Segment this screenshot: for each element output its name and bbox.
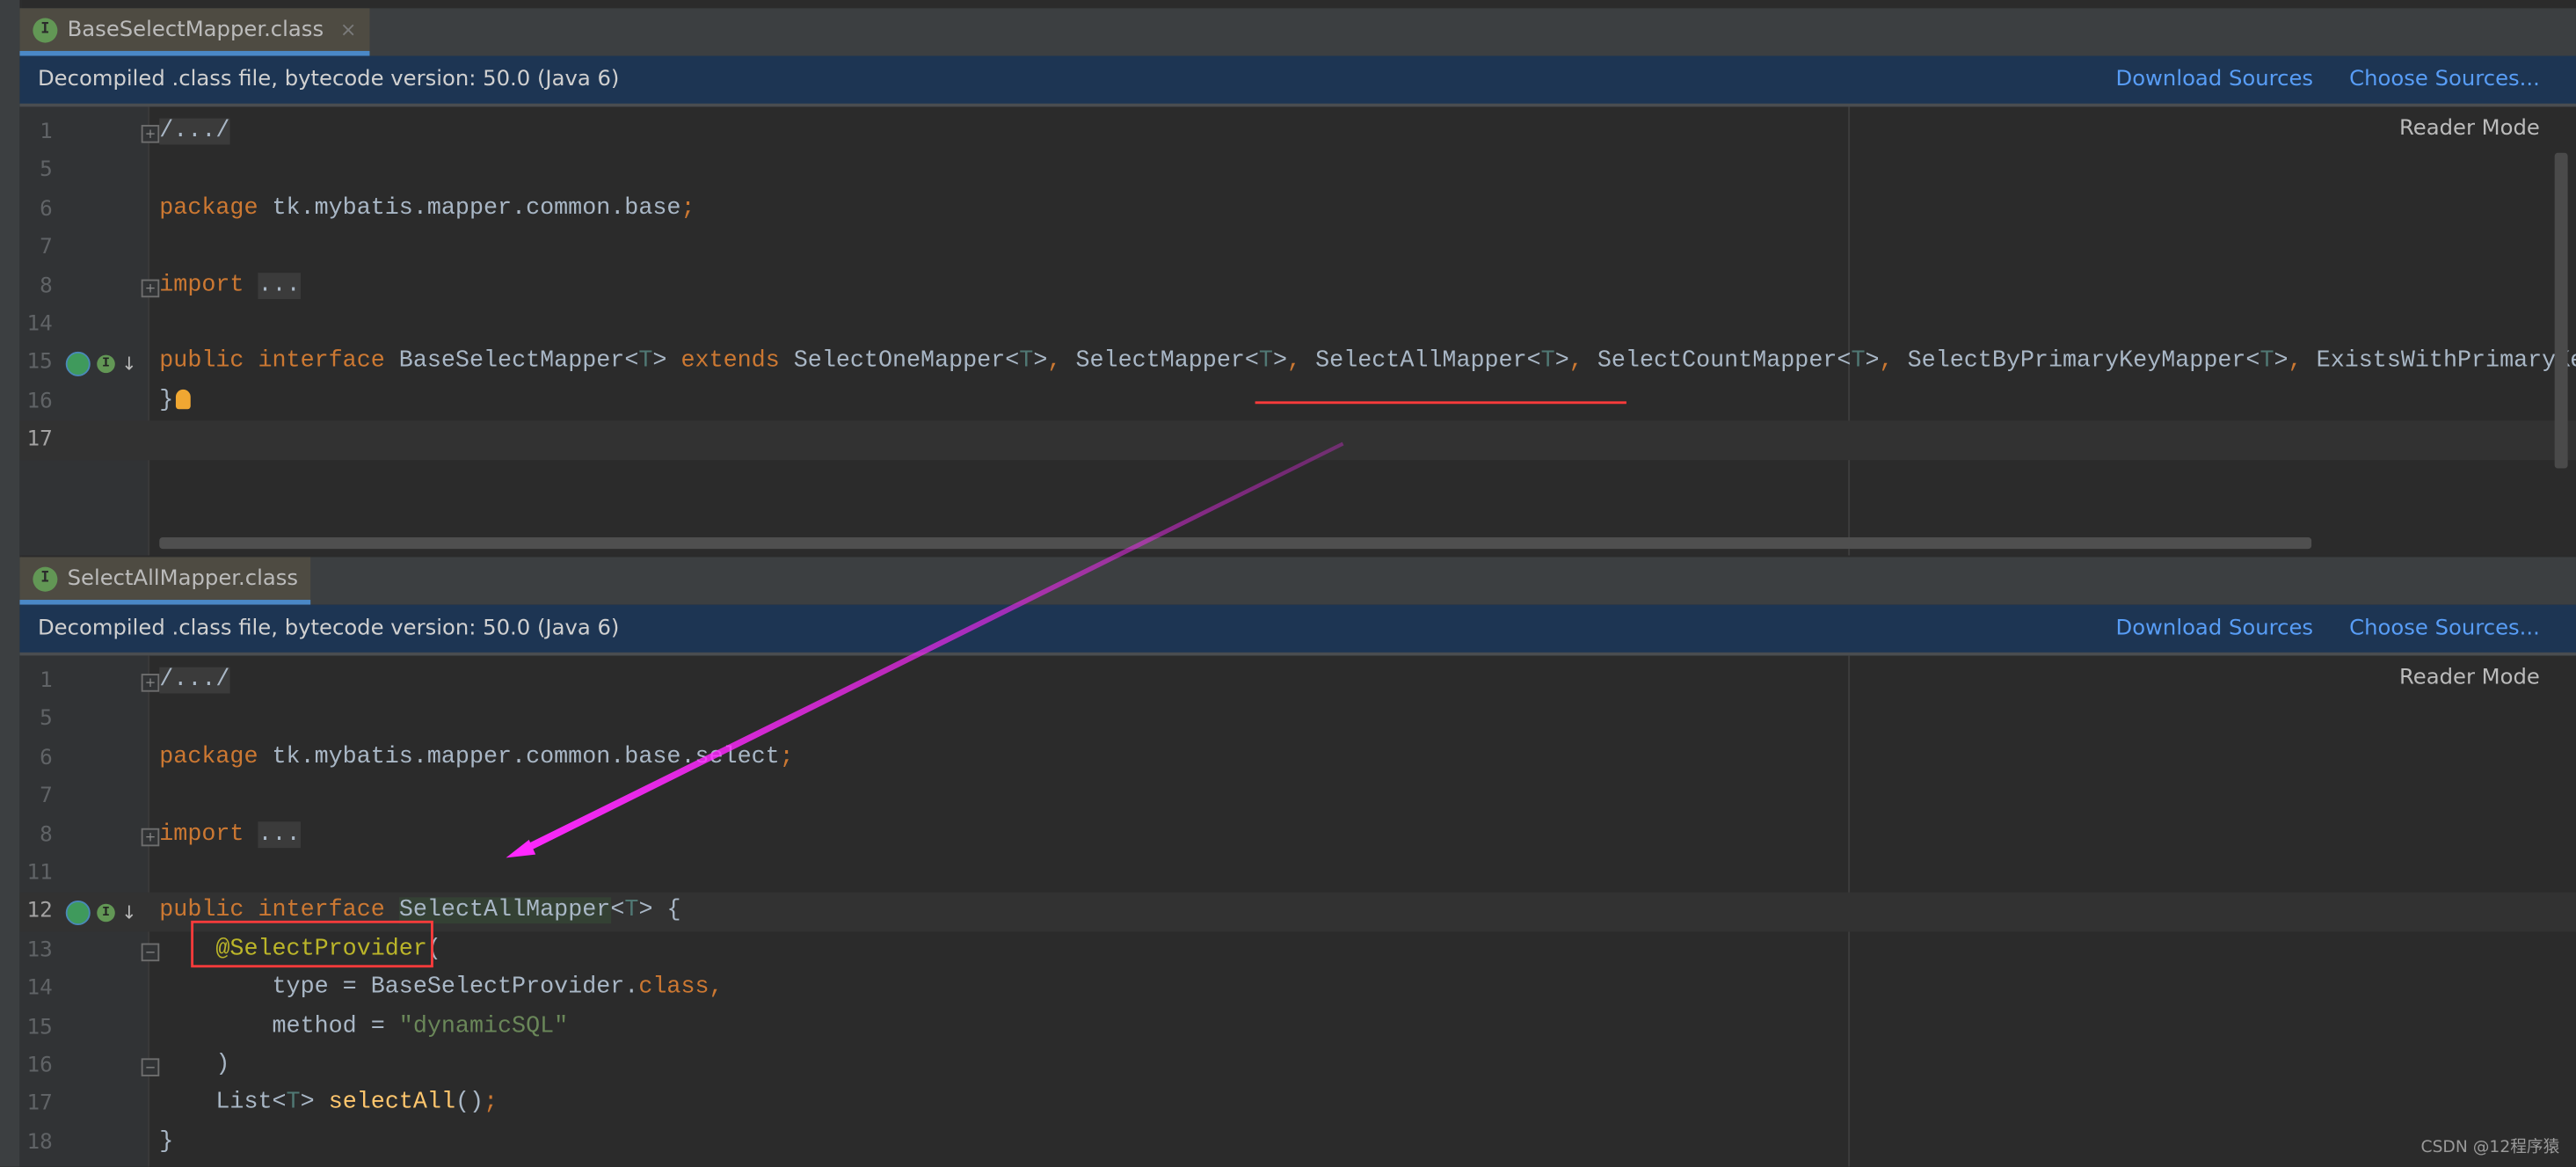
red-box-annotation (191, 920, 433, 968)
ide-window: I BaseSelectMapper.class × Decompiled .clas… (0, 0, 2576, 1167)
annotation-overlay (191, 401, 1626, 968)
magenta-arrow-shaft (522, 441, 1344, 853)
